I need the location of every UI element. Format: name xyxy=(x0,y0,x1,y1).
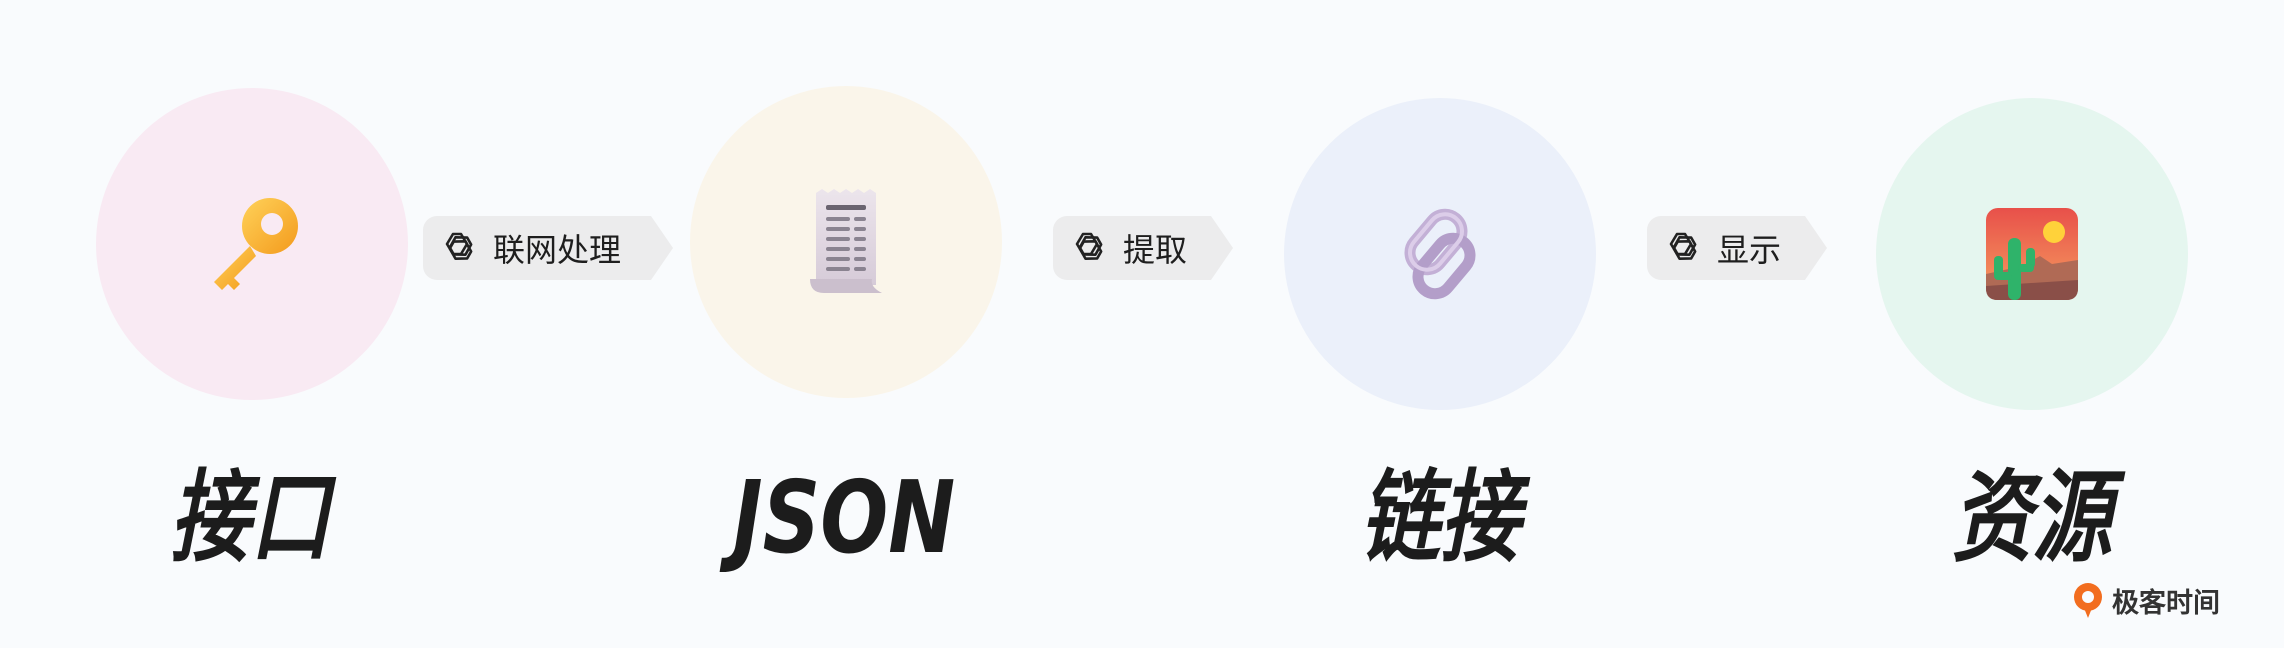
arrow-1: 联网处理 xyxy=(423,216,673,280)
receipt-icon xyxy=(810,189,882,293)
openai-logo-icon xyxy=(437,228,477,268)
brand-text: 极客时间 xyxy=(2112,587,2220,619)
geektime-logo-icon xyxy=(2074,583,2102,618)
step-label-3: 链接 xyxy=(1360,459,1520,576)
picture-icon xyxy=(1986,208,2078,300)
step-circle-4 xyxy=(1876,98,2188,410)
step-label-1: 接口 xyxy=(170,459,330,576)
brand-watermark: 极客时间 xyxy=(2070,580,2220,620)
step-circle-1 xyxy=(96,88,408,400)
arrow-label-1: 联网处理 xyxy=(493,231,622,269)
arrow-label-3: 显示 xyxy=(1717,231,1782,269)
step-circle-2 xyxy=(690,86,1002,398)
key-icon xyxy=(214,198,298,290)
arrow-3: 显示 xyxy=(1647,216,1827,280)
step-label-2: JSON xyxy=(732,459,956,576)
link-icon xyxy=(1404,208,1476,300)
step-circle-3 xyxy=(1284,98,1596,410)
openai-logo-icon xyxy=(1661,228,1701,268)
arrow-label-2: 提取 xyxy=(1123,231,1188,269)
step-label-4: 资源 xyxy=(1952,459,2112,576)
arrow-2: 提取 xyxy=(1053,216,1233,280)
openai-logo-icon xyxy=(1067,228,1107,268)
